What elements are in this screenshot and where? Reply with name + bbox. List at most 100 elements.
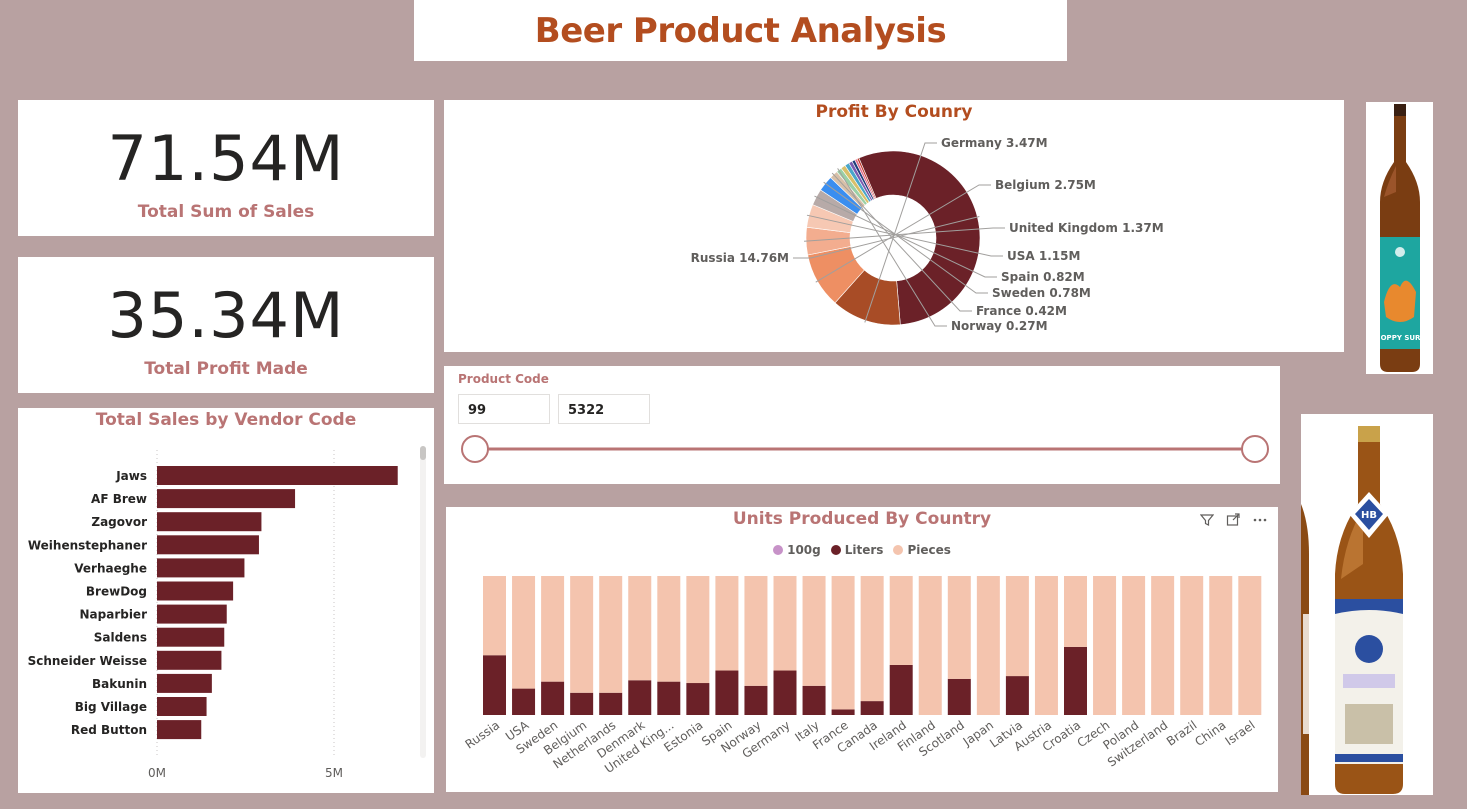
units-bar-segment bbox=[1005, 576, 1029, 677]
vendor-bar bbox=[157, 581, 234, 601]
units-bar-segment bbox=[744, 685, 768, 715]
units-bar-segment bbox=[541, 681, 565, 715]
vendor-scrollbar-track bbox=[420, 446, 426, 758]
units-chart-svg: Russia USASwedenBelgiumNetherlandsDenmark… bbox=[463, 576, 1262, 776]
units-bar-segment bbox=[599, 576, 623, 693]
vendor-category-label: Bakunin bbox=[92, 677, 147, 691]
slicer-max-input[interactable]: 5322 bbox=[558, 394, 650, 424]
product-code-slicer[interactable]: Product Code 99 5322 bbox=[444, 366, 1280, 484]
units-bar-segment bbox=[1180, 576, 1204, 715]
vendor-scrollbar-thumb[interactable] bbox=[420, 446, 426, 460]
vendor-chart-svg: 0M 5M Jaws AF Brew Zagovor Weihenstephaner Ver… bbox=[28, 446, 426, 780]
donut-data-label: France 0.42M bbox=[976, 304, 1067, 318]
units-x-tick: Brazil bbox=[1164, 718, 1199, 749]
vendor-x-tick: 0M bbox=[148, 766, 166, 780]
vendor-category-label: Weihenstephaner bbox=[28, 538, 147, 552]
units-bar-segment bbox=[1209, 576, 1233, 715]
units-bar-segment bbox=[976, 576, 1000, 715]
donut-data-label: Spain 0.82M bbox=[1001, 270, 1085, 284]
page-title: Beer Product Analysis bbox=[534, 10, 947, 51]
slicer-min-input[interactable]: 99 bbox=[458, 394, 550, 424]
donut-data-label: Sweden 0.78M bbox=[992, 286, 1091, 300]
kpi-sales-label: Total Sum of Sales bbox=[137, 202, 315, 222]
units-bar-segment bbox=[1064, 646, 1087, 715]
slicer-max-handle[interactable] bbox=[1241, 435, 1269, 463]
vendor-sales-chart[interactable]: Total Sales by Vendor Code 0M 5M Jaws AF Br… bbox=[18, 408, 434, 793]
kpi-profit-value: 35.34M bbox=[107, 279, 345, 352]
vendor-bar bbox=[157, 558, 245, 578]
slicer-track-svg bbox=[461, 435, 1269, 463]
units-bar-segment bbox=[744, 576, 768, 686]
vendor-bar bbox=[157, 627, 225, 647]
slicer-label: Product Code bbox=[458, 372, 549, 386]
units-bar-segment bbox=[1093, 576, 1117, 715]
donut-data-label: Belgium 2.75M bbox=[995, 178, 1096, 192]
donut-data-label: United Kingdom 1.37M bbox=[1009, 221, 1164, 235]
vendor-category-label: Saldens bbox=[94, 631, 147, 645]
profit-chart-svg: Russia 14.76M Germany 3.47M Belgium 2.75M U… bbox=[691, 136, 1164, 333]
units-bar-segment bbox=[947, 678, 971, 715]
kpi-total-sales[interactable]: 71.54M Total Sum of Sales bbox=[18, 100, 434, 236]
vendor-bar bbox=[157, 535, 259, 555]
units-bar-segment bbox=[483, 576, 506, 656]
units-bar-segment bbox=[570, 576, 594, 693]
kpi-total-profit[interactable]: 35.34M Total Profit Made bbox=[18, 257, 434, 393]
profit-country-chart[interactable]: Profit By Counry Russia 14.76M Germany 3.… bbox=[444, 100, 1344, 352]
units-bar-segment bbox=[1034, 576, 1058, 715]
units-x-tick: China bbox=[1192, 718, 1228, 749]
units-bar-segment bbox=[686, 576, 710, 684]
donut-data-label: USA 1.15M bbox=[1007, 249, 1080, 263]
units-bar-segment bbox=[715, 576, 739, 671]
donut-data-label: Russia 14.76M bbox=[691, 251, 789, 265]
units-bar-segment bbox=[628, 576, 652, 681]
units-bar-segment bbox=[570, 692, 594, 715]
units-bar-segment bbox=[686, 683, 710, 715]
vendor-category-label: Verhaeghe bbox=[74, 561, 147, 575]
units-bar-segment bbox=[773, 670, 797, 715]
units-bar-segment bbox=[483, 655, 506, 715]
vendor-category-label: Schneider Weisse bbox=[28, 654, 147, 668]
bottle2-label-text: HB bbox=[1361, 510, 1377, 521]
units-bar-segment bbox=[1238, 576, 1262, 715]
vendor-bar bbox=[157, 604, 227, 624]
units-bar-segment bbox=[599, 692, 623, 715]
units-bar-segment bbox=[889, 664, 913, 715]
vendor-category-label: Big Village bbox=[75, 700, 147, 714]
vendor-category-label: AF Brew bbox=[91, 492, 147, 506]
donut-data-label: Germany 3.47M bbox=[941, 136, 1048, 150]
units-bar-segment bbox=[802, 576, 826, 686]
units-x-tick: Israel bbox=[1223, 718, 1258, 748]
bottle1-label-text: HOPPY SURF bbox=[1375, 334, 1426, 342]
units-bar-segment bbox=[628, 680, 652, 715]
units-bar-segment bbox=[831, 709, 855, 715]
vendor-category-label: Jaws bbox=[115, 469, 147, 483]
vendor-bar bbox=[157, 720, 202, 740]
vendor-bar bbox=[157, 512, 262, 532]
units-bar-segment bbox=[541, 576, 565, 682]
vendor-category-label: BrewDog bbox=[86, 585, 147, 599]
units-bar-segment bbox=[918, 576, 942, 715]
donut-data-label: Norway 0.27M bbox=[951, 319, 1048, 333]
units-bar-segment bbox=[1064, 576, 1087, 647]
units-bar-segment bbox=[860, 576, 884, 702]
units-bar-segment bbox=[1122, 576, 1146, 715]
units-bar-segment bbox=[889, 576, 913, 665]
units-bar-segment bbox=[831, 576, 855, 710]
units-bar-segment bbox=[715, 670, 739, 715]
kpi-profit-label: Total Profit Made bbox=[144, 359, 308, 379]
bottle-image-hofbrau: HB bbox=[1301, 414, 1433, 795]
vendor-category-label: Zagovor bbox=[91, 515, 147, 529]
vendor-category-label: Red Button bbox=[71, 723, 147, 737]
units-bar-segment bbox=[512, 576, 536, 689]
units-bar-segment bbox=[860, 701, 884, 715]
bottle-image-hoppy-surf: HOPPY SURF bbox=[1366, 102, 1433, 374]
units-bar-segment bbox=[1151, 576, 1175, 715]
units-country-chart[interactable]: Units Produced By Country 100g Liters Pi… bbox=[446, 507, 1278, 792]
vendor-bar bbox=[157, 650, 222, 670]
slicer-min-handle[interactable] bbox=[461, 435, 489, 463]
vendor-x-tick: 5M bbox=[325, 766, 343, 780]
vendor-bar bbox=[157, 489, 296, 509]
units-bar-segment bbox=[802, 685, 826, 715]
units-x-tick: Russia bbox=[463, 718, 503, 752]
units-bar-segment bbox=[657, 681, 681, 715]
